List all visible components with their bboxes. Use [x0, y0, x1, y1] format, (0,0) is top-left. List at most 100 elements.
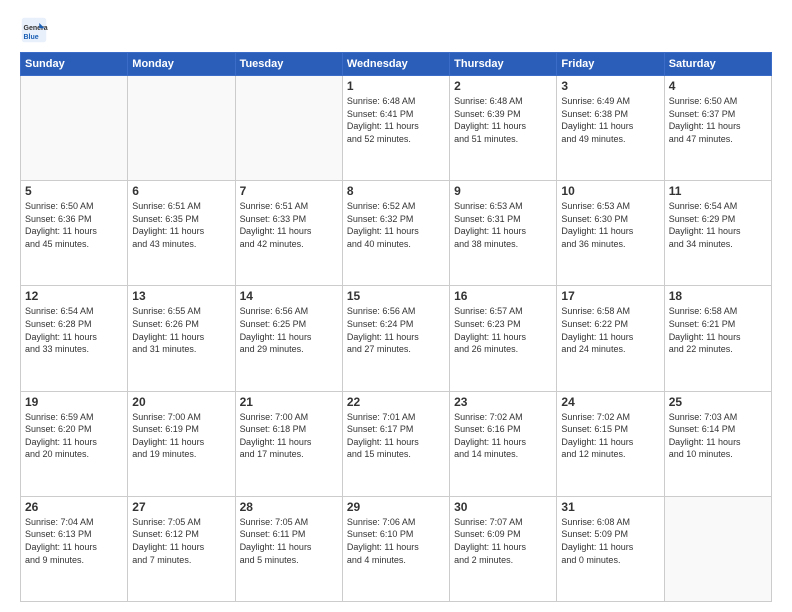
day-info: Sunrise: 6:55 AM Sunset: 6:26 PM Dayligh… — [132, 305, 230, 355]
day-number: 8 — [347, 184, 445, 198]
day-info: Sunrise: 7:04 AM Sunset: 6:13 PM Dayligh… — [25, 516, 123, 566]
day-number: 4 — [669, 79, 767, 93]
logo: General Blue — [20, 16, 52, 44]
day-cell: 14 Sunrise: 6:56 AM Sunset: 6:25 PM Dayli… — [235, 286, 342, 391]
day-info: Sunrise: 7:06 AM Sunset: 6:10 PM Dayligh… — [347, 516, 445, 566]
weekday-thursday: Thursday — [450, 53, 557, 76]
day-info: Sunrise: 6:51 AM Sunset: 6:35 PM Dayligh… — [132, 200, 230, 250]
day-cell: 24 Sunrise: 7:02 AM Sunset: 6:15 PM Dayli… — [557, 391, 664, 496]
week-row-2: 5 Sunrise: 6:50 AM Sunset: 6:36 PM Daylig… — [21, 181, 772, 286]
calendar-table: SundayMondayTuesdayWednesdayThursdayFrid… — [20, 52, 772, 602]
day-info: Sunrise: 6:52 AM Sunset: 6:32 PM Dayligh… — [347, 200, 445, 250]
day-cell: 31Sunrise: 6:08 AM Sunset: 5:09 PM Dayli… — [557, 496, 664, 601]
day-number: 25 — [669, 395, 767, 409]
day-number: 12 — [25, 289, 123, 303]
day-number: 16 — [454, 289, 552, 303]
weekday-wednesday: Wednesday — [342, 53, 449, 76]
day-cell: 3 Sunrise: 6:49 AM Sunset: 6:38 PM Daylig… — [557, 76, 664, 181]
day-number: 24 — [561, 395, 659, 409]
logo-icon: General Blue — [20, 16, 48, 44]
day-number: 2 — [454, 79, 552, 93]
day-number: 22 — [347, 395, 445, 409]
day-cell: 20 Sunrise: 7:00 AM Sunset: 6:19 PM Dayli… — [128, 391, 235, 496]
svg-text:General: General — [24, 25, 49, 32]
day-info: Sunrise: 6:56 AM Sunset: 6:25 PM Dayligh… — [240, 305, 338, 355]
day-info: Sunrise: 7:00 AM Sunset: 6:19 PM Dayligh… — [132, 411, 230, 461]
day-info: Sunrise: 6:54 AM Sunset: 6:28 PM Dayligh… — [25, 305, 123, 355]
day-number: 27 — [132, 500, 230, 514]
day-number: 7 — [240, 184, 338, 198]
day-info: Sunrise: 6:48 AM Sunset: 6:41 PM Dayligh… — [347, 95, 445, 145]
day-info: Sunrise: 7:07 AM Sunset: 6:09 PM Dayligh… — [454, 516, 552, 566]
day-number: 5 — [25, 184, 123, 198]
day-info: Sunrise: 6:58 AM Sunset: 6:22 PM Dayligh… — [561, 305, 659, 355]
weekday-sunday: Sunday — [21, 53, 128, 76]
day-number: 3 — [561, 79, 659, 93]
day-cell: 16Sunrise: 6:57 AM Sunset: 6:23 PM Dayli… — [450, 286, 557, 391]
weekday-friday: Friday — [557, 53, 664, 76]
day-info: Sunrise: 6:48 AM Sunset: 6:39 PM Dayligh… — [454, 95, 552, 145]
day-cell: 13 Sunrise: 6:55 AM Sunset: 6:26 PM Dayli… — [128, 286, 235, 391]
page: General Blue SundayMondayTuesdayWednesda… — [0, 0, 792, 612]
day-cell: 17Sunrise: 6:58 AM Sunset: 6:22 PM Dayli… — [557, 286, 664, 391]
day-number: 23 — [454, 395, 552, 409]
weekday-tuesday: Tuesday — [235, 53, 342, 76]
day-cell: 6Sunrise: 6:51 AM Sunset: 6:35 PM Daylig… — [128, 181, 235, 286]
day-number: 9 — [454, 184, 552, 198]
day-number: 19 — [25, 395, 123, 409]
day-number: 18 — [669, 289, 767, 303]
week-row-3: 12 Sunrise: 6:54 AM Sunset: 6:28 PM Dayli… — [21, 286, 772, 391]
day-info: Sunrise: 7:03 AM Sunset: 6:14 PM Dayligh… — [669, 411, 767, 461]
day-number: 29 — [347, 500, 445, 514]
day-info: Sunrise: 6:53 AM Sunset: 6:30 PM Dayligh… — [561, 200, 659, 250]
day-cell: 21Sunrise: 7:00 AM Sunset: 6:18 PM Dayli… — [235, 391, 342, 496]
day-info: Sunrise: 7:05 AM Sunset: 6:12 PM Dayligh… — [132, 516, 230, 566]
weekday-saturday: Saturday — [664, 53, 771, 76]
day-cell: 18 Sunrise: 6:58 AM Sunset: 6:21 PM Dayli… — [664, 286, 771, 391]
day-cell: 27 Sunrise: 7:05 AM Sunset: 6:12 PM Dayli… — [128, 496, 235, 601]
day-cell: 30 Sunrise: 7:07 AM Sunset: 6:09 PM Dayli… — [450, 496, 557, 601]
day-info: Sunrise: 7:01 AM Sunset: 6:17 PM Dayligh… — [347, 411, 445, 461]
day-cell: 8 Sunrise: 6:52 AM Sunset: 6:32 PM Daylig… — [342, 181, 449, 286]
svg-text:Blue: Blue — [24, 34, 39, 41]
weekday-monday: Monday — [128, 53, 235, 76]
day-number: 26 — [25, 500, 123, 514]
day-cell: 2 Sunrise: 6:48 AM Sunset: 6:39 PM Daylig… — [450, 76, 557, 181]
day-cell — [235, 76, 342, 181]
day-number: 13 — [132, 289, 230, 303]
day-cell: 10 Sunrise: 6:53 AM Sunset: 6:30 PM Dayli… — [557, 181, 664, 286]
header: General Blue — [20, 16, 772, 44]
day-info: Sunrise: 7:05 AM Sunset: 6:11 PM Dayligh… — [240, 516, 338, 566]
day-cell: 22 Sunrise: 7:01 AM Sunset: 6:17 PM Dayli… — [342, 391, 449, 496]
day-info: Sunrise: 6:53 AM Sunset: 6:31 PM Dayligh… — [454, 200, 552, 250]
week-row-5: 26 Sunrise: 7:04 AM Sunset: 6:13 PM Dayli… — [21, 496, 772, 601]
day-number: 11 — [669, 184, 767, 198]
day-cell: 23 Sunrise: 7:02 AM Sunset: 6:16 PM Dayli… — [450, 391, 557, 496]
day-info: Sunrise: 6:56 AM Sunset: 6:24 PM Dayligh… — [347, 305, 445, 355]
day-number: 14 — [240, 289, 338, 303]
day-number: 28 — [240, 500, 338, 514]
day-info: Sunrise: 6:49 AM Sunset: 6:38 PM Dayligh… — [561, 95, 659, 145]
day-info: Sunrise: 6:50 AM Sunset: 6:36 PM Dayligh… — [25, 200, 123, 250]
day-number: 20 — [132, 395, 230, 409]
day-number: 15 — [347, 289, 445, 303]
day-cell: 1 Sunrise: 6:48 AM Sunset: 6:41 PM Daylig… — [342, 76, 449, 181]
day-cell: 26 Sunrise: 7:04 AM Sunset: 6:13 PM Dayli… — [21, 496, 128, 601]
day-info: Sunrise: 6:50 AM Sunset: 6:37 PM Dayligh… — [669, 95, 767, 145]
day-number: 1 — [347, 79, 445, 93]
day-cell: 15 Sunrise: 6:56 AM Sunset: 6:24 PM Dayli… — [342, 286, 449, 391]
day-info: Sunrise: 7:02 AM Sunset: 6:15 PM Dayligh… — [561, 411, 659, 461]
day-cell: 11Sunrise: 6:54 AM Sunset: 6:29 PM Dayli… — [664, 181, 771, 286]
day-cell — [664, 496, 771, 601]
day-cell: 12 Sunrise: 6:54 AM Sunset: 6:28 PM Dayli… — [21, 286, 128, 391]
day-info: Sunrise: 6:59 AM Sunset: 6:20 PM Dayligh… — [25, 411, 123, 461]
day-cell: 9 Sunrise: 6:53 AM Sunset: 6:31 PM Daylig… — [450, 181, 557, 286]
day-number: 10 — [561, 184, 659, 198]
day-cell: 25 Sunrise: 7:03 AM Sunset: 6:14 PM Dayli… — [664, 391, 771, 496]
week-row-4: 19 Sunrise: 6:59 AM Sunset: 6:20 PM Dayli… — [21, 391, 772, 496]
day-number: 21 — [240, 395, 338, 409]
day-info: Sunrise: 6:58 AM Sunset: 6:21 PM Dayligh… — [669, 305, 767, 355]
day-info: Sunrise: 7:02 AM Sunset: 6:16 PM Dayligh… — [454, 411, 552, 461]
day-number: 31 — [561, 500, 659, 514]
day-number: 30 — [454, 500, 552, 514]
